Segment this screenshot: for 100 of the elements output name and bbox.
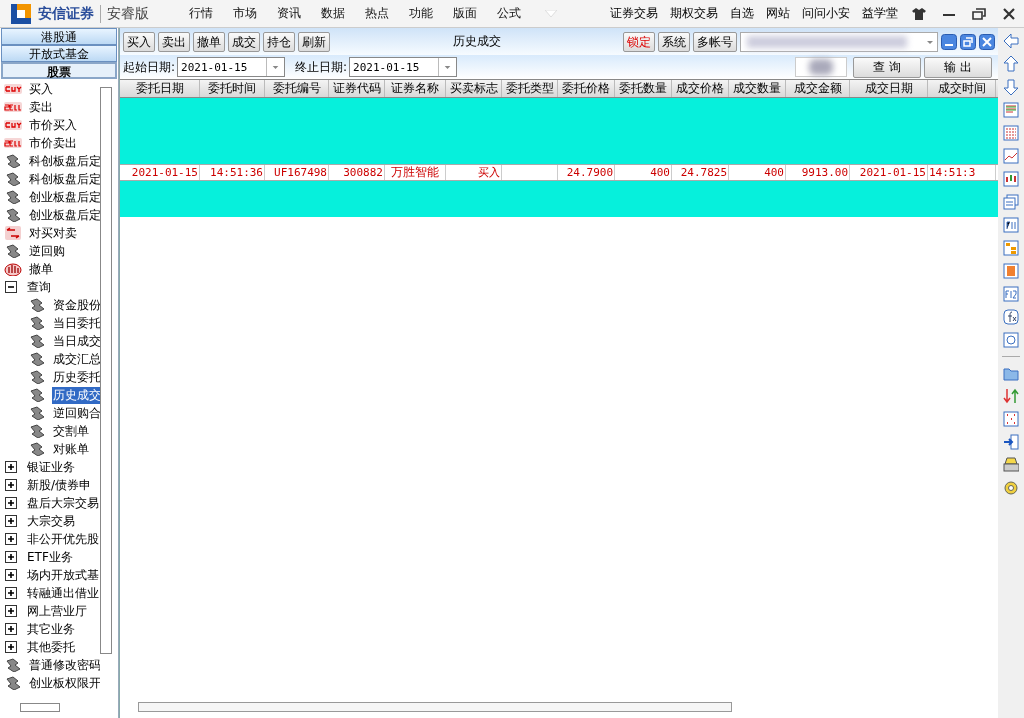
menu-item[interactable]: 证券交易 [604, 5, 664, 22]
f12-icon[interactable] [1003, 285, 1019, 303]
expand-icon[interactable] [5, 641, 17, 653]
tree-item[interactable]: 逆回购合 [52, 404, 100, 422]
tree-item[interactable]: 当日成交 [52, 332, 100, 350]
line-chart-icon[interactable] [1003, 147, 1019, 165]
menu-item[interactable]: 功能 [399, 5, 443, 22]
toolbar-button[interactable]: 持仓 [263, 31, 295, 52]
expand-icon[interactable] [5, 533, 17, 545]
menu-item[interactable]: 网站 [760, 5, 796, 22]
tree-item[interactable]: 买入 [28, 80, 54, 98]
down-arrow-icon[interactable] [1003, 78, 1019, 96]
restore-icon[interactable] [972, 6, 986, 21]
date-field[interactable]: 2021-01-15 [349, 57, 458, 77]
tree-item[interactable]: 查询 [26, 278, 52, 296]
list-icon[interactable] [1003, 101, 1019, 119]
tree-item[interactable]: 科创板盘后定 [28, 152, 100, 170]
dots-icon[interactable] [1003, 410, 1019, 428]
toolbar-button[interactable]: 买入 [123, 31, 155, 52]
menu-item[interactable]: 问问小安 [796, 5, 856, 22]
collapse-icon[interactable] [5, 281, 17, 293]
restore-icon[interactable] [960, 33, 976, 50]
tree-item[interactable]: 场内开放式基 [26, 566, 100, 584]
function-icon[interactable] [1003, 308, 1019, 326]
expand-icon[interactable] [5, 479, 17, 491]
toolbar-button[interactable]: 卖出 [158, 31, 190, 52]
minimize-icon[interactable] [941, 33, 957, 50]
query-button[interactable]: 查 询 [853, 56, 921, 78]
windows-icon[interactable] [1003, 193, 1019, 211]
column-header[interactable]: 委托日期 [120, 80, 200, 97]
shirt-icon[interactable] [912, 6, 926, 21]
toolbar-button[interactable]: 系统 [658, 31, 690, 52]
account-field[interactable] [740, 31, 938, 52]
expand-icon[interactable] [5, 587, 17, 599]
f10-icon[interactable] [1003, 216, 1019, 234]
menu-item[interactable]: 数据 [311, 5, 355, 22]
tree-item[interactable]: 逆回购 [28, 242, 66, 260]
toolbar-button[interactable]: 撤单 [193, 31, 225, 52]
menu-item[interactable]: 期权交易 [664, 5, 724, 22]
menu-item[interactable]: 市场 [223, 5, 267, 22]
toolbar-button[interactable]: 刷新 [298, 31, 330, 52]
tree-item[interactable]: 市价买入 [28, 116, 78, 134]
left-arrow-icon[interactable] [1003, 32, 1019, 50]
gear-icon[interactable] [1003, 479, 1019, 497]
tree-item[interactable]: 银证业务 [26, 458, 76, 476]
sidebar-tab[interactable]: 港股通 [1, 28, 117, 45]
column-header[interactable]: 证券名称 [385, 80, 446, 97]
close-icon[interactable] [1002, 6, 1016, 21]
tree-item[interactable]: 新股/债券申 [26, 476, 93, 494]
sidebar-tab[interactable]: 股票 [1, 62, 117, 79]
tree-item[interactable]: 其它业务 [26, 620, 76, 638]
tree-item[interactable]: 创业板盘后定 [28, 188, 100, 206]
tree-item[interactable]: 历史委托 [52, 368, 100, 386]
candlestick-icon[interactable] [1003, 170, 1019, 188]
column-header[interactable]: 成交日期 [850, 80, 928, 97]
column-header[interactable]: 委托时间 [200, 80, 265, 97]
expand-icon[interactable] [5, 461, 17, 473]
column-header[interactable]: 委托价格 [558, 80, 615, 97]
tree-item[interactable]: 大宗交易 [26, 512, 76, 530]
tree-item[interactable]: 交割单 [52, 422, 90, 440]
tree-item[interactable]: 当日委托 [52, 314, 100, 332]
column-header[interactable]: 买卖标志 [446, 80, 502, 97]
import-icon[interactable] [1003, 433, 1019, 451]
tree-item[interactable]: 创业板盘后定 [28, 206, 100, 224]
menu-item[interactable]: 公式 [487, 5, 531, 22]
tree-item[interactable]: 网上营业厅 [26, 602, 88, 620]
toolbar-button[interactable]: 多帐号 [693, 31, 737, 52]
scrollbar[interactable] [20, 703, 60, 712]
tree-item[interactable]: 普通修改密码 [28, 656, 100, 674]
menu-item[interactable]: 版面 [443, 5, 487, 22]
tree-item[interactable]: 盘后大宗交易 [26, 494, 100, 512]
tree-item[interactable]: 科创板盘后定 [28, 170, 100, 188]
close-icon[interactable] [979, 33, 995, 50]
menu-item[interactable]: 益学堂 [856, 5, 904, 22]
sidebar-tab[interactable]: 开放式基金 [1, 45, 117, 62]
expand-icon[interactable] [5, 515, 17, 527]
menu-item[interactable]: 自选 [724, 5, 760, 22]
tree-item[interactable]: 卖出 [28, 98, 54, 116]
tree-item[interactable]: 非公开优先股 [26, 530, 100, 548]
menu-item[interactable]: 资讯 [267, 5, 311, 22]
scrollbar[interactable] [138, 702, 732, 712]
column-header[interactable]: 委托类型 [502, 80, 558, 97]
tree-item[interactable]: ETF业务 [26, 548, 74, 566]
tree-item[interactable]: 历史成交 [52, 386, 100, 404]
tree-item[interactable]: 撤单 [28, 260, 54, 278]
tree-item[interactable]: 成交汇总 [52, 350, 100, 368]
column-header[interactable]: 成交数量 [729, 80, 786, 97]
toolbar-button[interactable]: 成交 [228, 31, 260, 52]
expand-icon[interactable] [5, 605, 17, 617]
column-header[interactable]: 成交金额 [786, 80, 850, 97]
menu-item[interactable]: 热点 [355, 5, 399, 22]
tree-item[interactable]: 对账单 [52, 440, 90, 458]
date-field[interactable]: 2021-01-15 [177, 57, 286, 77]
query-button[interactable]: 输 出 [924, 56, 992, 78]
menu-item[interactable]: 行情 [179, 5, 223, 22]
column-header[interactable]: 成交时间 [928, 80, 996, 97]
printer-icon[interactable] [1003, 456, 1019, 474]
scrollbar[interactable] [100, 87, 112, 654]
lock-button[interactable]: 锁定 [623, 31, 655, 52]
tree-item[interactable]: 对买对卖 [28, 224, 78, 242]
